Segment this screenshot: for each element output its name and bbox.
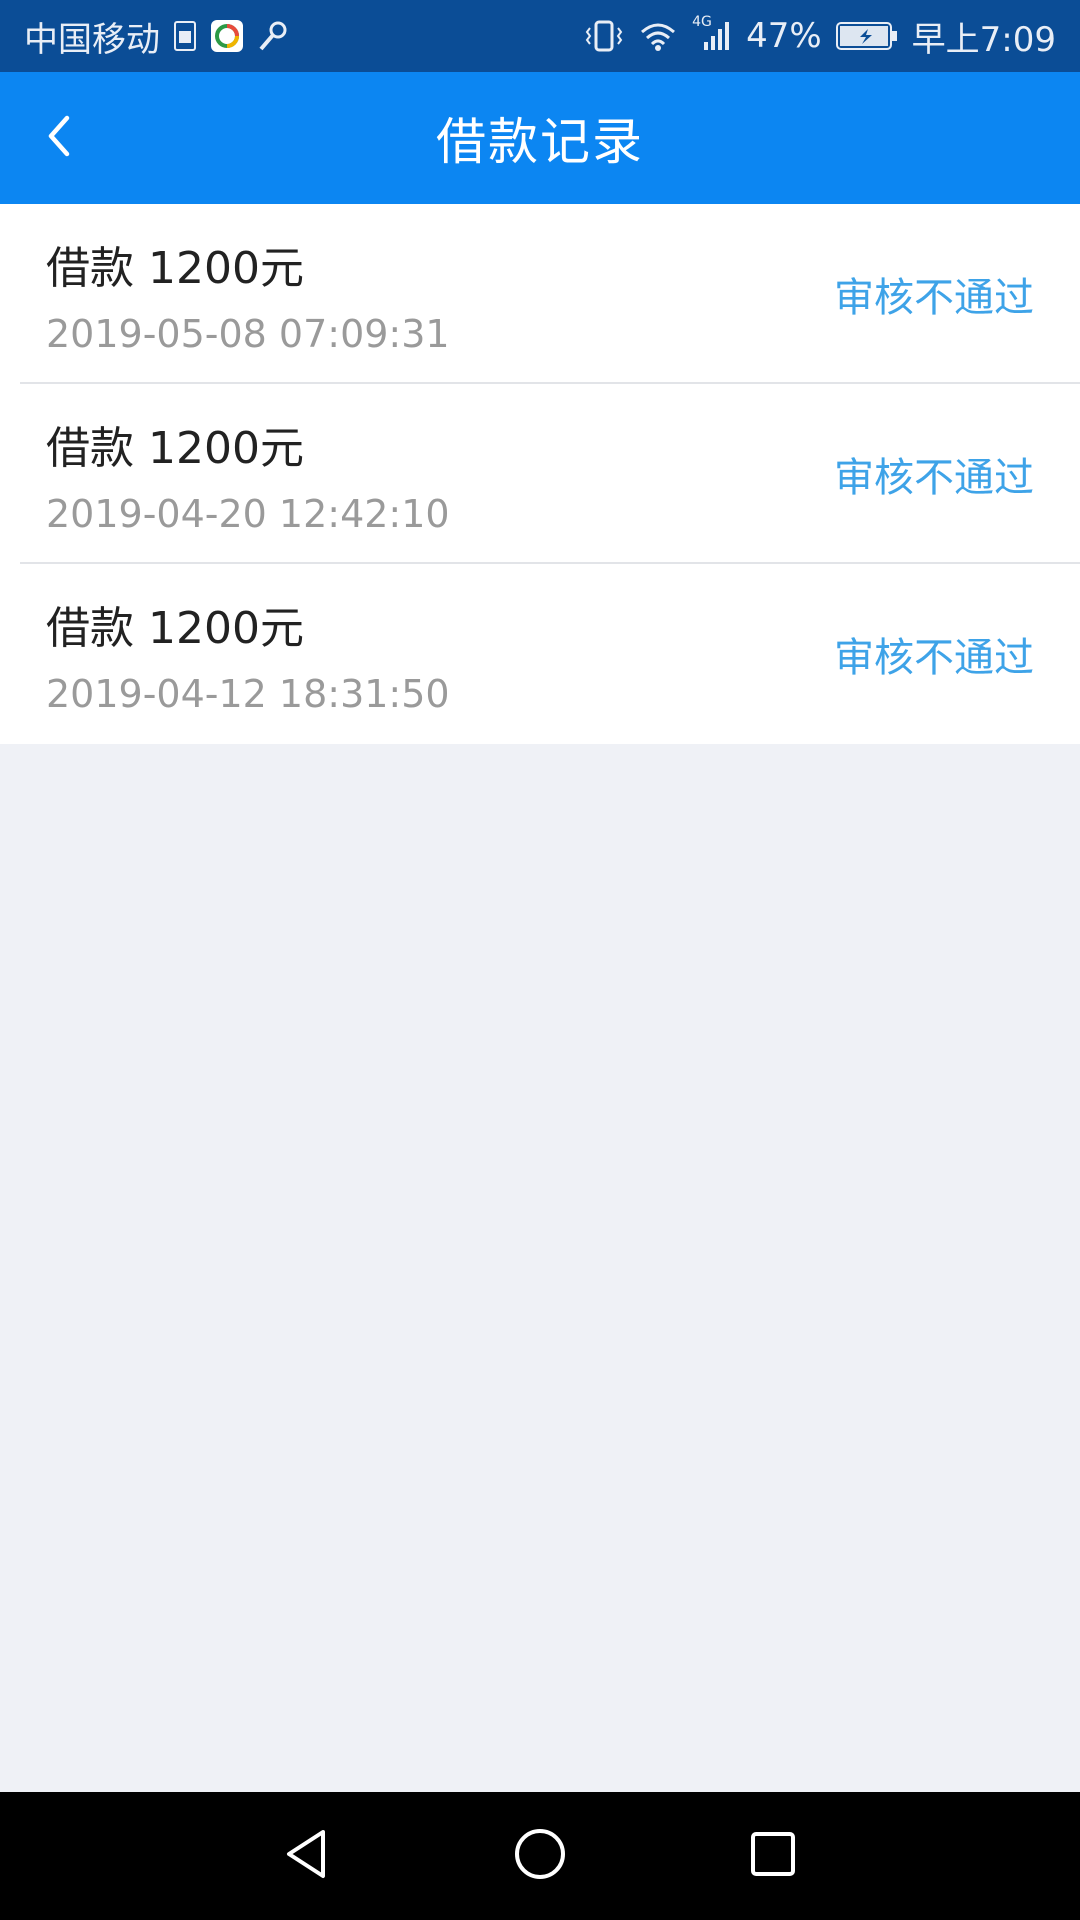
system-nav-bar: [0, 1792, 1080, 1920]
circle-home-icon: [512, 1826, 568, 1886]
loan-amount: 借款 1200元: [46, 423, 304, 474]
loan-timestamp: 2019-04-20 12:42:10: [46, 492, 450, 536]
page-title: 借款记录: [436, 113, 644, 171]
battery-percent: 47%: [746, 16, 822, 56]
record-info: 借款 1200元 2019-04-20 12:42:10: [46, 412, 450, 536]
list-item[interactable]: 借款 1200元 2019-04-20 12:42:10 审核不通过: [0, 384, 1080, 564]
list-item[interactable]: 借款 1200元 2019-05-08 07:09:31 审核不通过: [0, 204, 1080, 384]
app-header: 借款记录: [0, 72, 1080, 204]
review-status: 审核不通过: [834, 455, 1034, 501]
record-info: 借款 1200元 2019-04-12 18:31:50: [46, 592, 450, 716]
review-status: 审核不通过: [834, 275, 1034, 321]
key-icon: [258, 20, 288, 52]
vibrate-icon: [584, 19, 624, 53]
battery-icon: [835, 21, 898, 51]
list-item[interactable]: 借款 1200元 2019-04-12 18:31:50 审核不通过: [0, 564, 1080, 744]
signal-icon: 4G: [692, 14, 732, 52]
nav-recents-button[interactable]: [718, 1801, 828, 1911]
app-notification-icon: [210, 19, 244, 53]
review-status: 审核不通过: [834, 635, 1034, 681]
sim-card-icon: [174, 21, 196, 51]
network-type-label: 4G: [692, 14, 712, 30]
wifi-icon: [638, 20, 678, 52]
nav-back-button[interactable]: [252, 1801, 362, 1911]
loan-timestamp: 2019-05-08 07:09:31: [46, 312, 450, 356]
clock-label: 早上7:09: [911, 19, 1056, 60]
loan-timestamp: 2019-04-12 18:31:50: [46, 672, 450, 716]
square-recents-icon: [745, 1826, 801, 1886]
nav-home-button[interactable]: [485, 1801, 595, 1911]
carrier-label: 中国移动: [24, 19, 160, 60]
loan-record-list: 借款 1200元 2019-05-08 07:09:31 审核不通过 借款 12…: [0, 204, 1080, 744]
status-right: 4G 47% 早上7:09: [584, 0, 1056, 72]
status-left: 中国移动: [24, 0, 288, 72]
record-info: 借款 1200元 2019-05-08 07:09:31: [46, 232, 450, 356]
status-bar: 中国移动 4G 47% 早上7:09: [0, 0, 1080, 72]
triangle-back-icon: [279, 1826, 335, 1886]
back-button[interactable]: [0, 72, 120, 204]
loan-amount: 借款 1200元: [46, 603, 304, 654]
chevron-left-icon: [43, 114, 77, 162]
loan-amount: 借款 1200元: [46, 243, 304, 294]
